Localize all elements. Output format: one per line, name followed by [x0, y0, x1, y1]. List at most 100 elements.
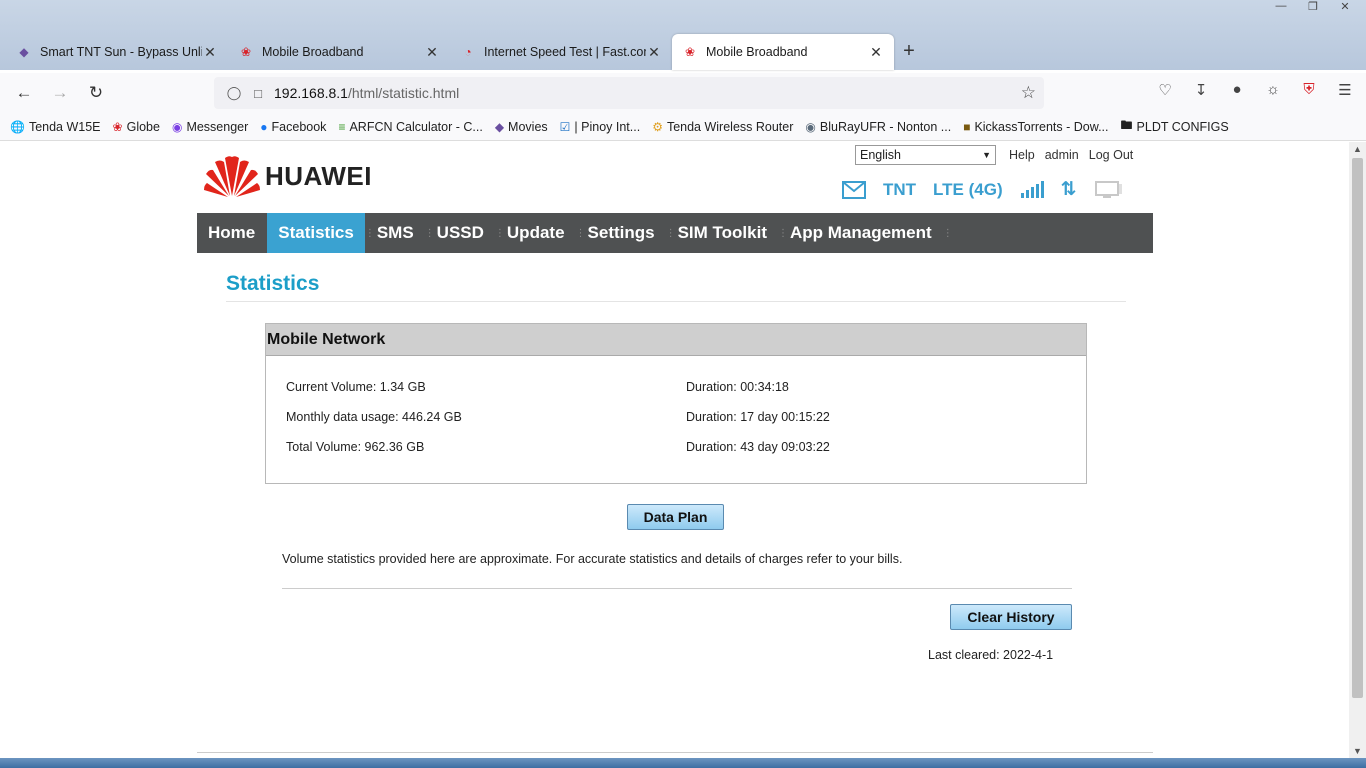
bookmark-item[interactable]: 🌐 Tenda W15E — [10, 120, 101, 134]
url-host: 192.168.8.1 — [274, 85, 348, 101]
bookmark-item[interactable]: ◉ BluRayUFR - Nonton ... — [805, 120, 951, 134]
divider — [282, 588, 1072, 589]
tab-title: Internet Speed Test | Fast.com — [484, 45, 646, 59]
bookmark-label: Globe — [126, 119, 160, 134]
translate-icon[interactable]: ☼ — [1262, 81, 1284, 103]
facebook-icon: ● — [260, 119, 268, 134]
page-title: Statistics — [226, 272, 320, 295]
menu-separator: ⋮ — [942, 227, 953, 239]
huawei-icon: ❀ — [112, 119, 123, 134]
pocket-icon[interactable]: ♡ — [1154, 81, 1176, 103]
restore-icon[interactable]: ❐ — [1298, 0, 1328, 15]
menu-app-management[interactable]: App Management — [779, 213, 943, 253]
gear-icon: ⚙ — [652, 119, 663, 134]
network-type: LTE (4G) — [933, 179, 1003, 199]
huawei-icon: ❀ — [240, 45, 252, 59]
bookmark-label: Tenda Wireless Router — [666, 119, 794, 134]
url-path: /html/statistic.html — [347, 85, 460, 101]
menu-settings[interactable]: Settings — [577, 213, 666, 253]
logout-link[interactable]: Log Out — [1089, 148, 1133, 162]
menu-home[interactable]: Home — [197, 213, 266, 253]
chevron-down-icon: ▼ — [982, 150, 991, 160]
toolbar-icons: ♡ ↧ ● ☼ ⛨ ☰ — [1154, 81, 1356, 103]
bookmark-item[interactable]: ■ KickassTorrents - Dow... — [963, 120, 1108, 134]
url-bar[interactable]: ◯ □ 192.168.8.1/html/statistic.html ☆ — [214, 77, 1044, 109]
scroll-thumb[interactable] — [1352, 158, 1363, 698]
menu-sms[interactable]: SMS — [366, 213, 425, 253]
forward-icon[interactable]: → — [42, 78, 78, 108]
disc-icon: ◉ — [805, 119, 816, 134]
shield-icon: ◆ — [19, 45, 29, 59]
minimize-icon[interactable]: — — [1266, 0, 1296, 15]
language-select[interactable]: English ▼ — [855, 145, 996, 165]
download-icon[interactable]: ↧ — [1190, 81, 1212, 103]
browser-navbar: ← → ↻ ◯ □ 192.168.8.1/html/statistic.htm… — [0, 73, 1366, 113]
volume-note: Volume statistics provided here are appr… — [282, 552, 903, 566]
bookmark-item[interactable]: ⚙ Tenda Wireless Router — [652, 120, 793, 134]
language-value: English — [860, 148, 901, 162]
menu-sim-toolkit[interactable]: SIM Toolkit — [667, 213, 778, 253]
tab-strip: ◆ Smart TNT Sun - Bypass Unlida ✕ ❀ Mobi… — [0, 33, 1366, 70]
wifi-status-icon — [1094, 180, 1124, 200]
total-duration: Duration: 43 day 09:03:22 — [686, 440, 830, 454]
data-plan-button[interactable]: Data Plan — [627, 504, 724, 530]
current-volume: Current Volume: 1.34 GB — [286, 380, 426, 394]
clear-history-button[interactable]: Clear History — [950, 604, 1072, 630]
browser-tab[interactable]: ◔ Internet Speed Test | Fast.com ✕ — [450, 34, 672, 70]
ublock-shield-icon[interactable]: ⛨ — [1298, 81, 1320, 103]
panel-title: Mobile Network — [266, 324, 1086, 356]
bookmark-item[interactable]: ❀ Globe — [113, 120, 160, 134]
mobile-network-panel: Mobile Network Current Volume: 1.34 GB D… — [265, 323, 1087, 484]
help-link[interactable]: Help — [1009, 148, 1035, 162]
browser-titlebar: — ❐ ✕ ◆ Smart TNT Sun - Bypass Unlida ✕ … — [0, 0, 1366, 70]
monthly-duration: Duration: 17 day 00:15:22 — [686, 410, 830, 424]
close-tab-icon[interactable]: ✕ — [646, 44, 662, 61]
menu-icon[interactable]: ☰ — [1334, 81, 1356, 103]
menu-statistics[interactable]: Statistics — [267, 213, 365, 253]
signal-svg — [1020, 180, 1044, 198]
back-icon[interactable]: ← — [6, 78, 42, 108]
tab-title: Mobile Broadband — [262, 45, 364, 59]
divider — [197, 752, 1153, 753]
bookmark-star-icon[interactable]: ☆ — [1021, 83, 1036, 103]
brand-name: HUAWEI — [265, 160, 372, 191]
browser-tab[interactable]: ❀ Mobile Broadband ✕ — [228, 34, 450, 70]
menu-ussd[interactable]: USSD — [426, 213, 495, 253]
bookmark-label: Messenger — [186, 119, 249, 134]
browser-tab-active[interactable]: ❀ Mobile Broadband ✕ — [672, 34, 894, 70]
huawei-logo: HUAWEI — [203, 154, 372, 198]
browser-tab[interactable]: ◆ Smart TNT Sun - Bypass Unlida ✕ — [6, 34, 228, 70]
scroll-up-icon[interactable]: ▲ — [1349, 144, 1366, 154]
shield-outline-icon[interactable]: ◯ — [222, 85, 246, 101]
speedometer-icon: ◔ — [464, 45, 472, 59]
envelope-svg — [842, 180, 866, 199]
close-tab-icon[interactable]: ✕ — [202, 44, 218, 61]
envelope-icon[interactable] — [842, 180, 866, 199]
checkbox-icon: ☑ — [559, 119, 571, 134]
os-taskbar — [0, 758, 1366, 768]
bookmark-label: Tenda W15E — [28, 119, 101, 134]
bookmark-item[interactable]: ≡ ARFCN Calculator - C... — [338, 120, 482, 134]
account-icon[interactable]: ● — [1226, 81, 1248, 103]
user-link[interactable]: admin — [1045, 148, 1079, 162]
bookmark-label: PLDT CONFIGS — [1136, 119, 1229, 134]
menu-update[interactable]: Update — [496, 213, 576, 253]
bookmark-item[interactable]: 🖿 PLDT CONFIGS — [1121, 116, 1229, 137]
globe-icon: 🌐 — [10, 119, 25, 134]
main-menu: Home ⋮ Statistics ⋮ SMS ⋮ USSD ⋮ Update … — [197, 213, 1153, 253]
close-tab-icon[interactable]: ✕ — [424, 44, 440, 61]
scroll-down-icon[interactable]: ▼ — [1349, 746, 1366, 756]
page-info-icon[interactable]: □ — [246, 86, 270, 101]
bookmark-item[interactable]: ● Facebook — [260, 120, 326, 134]
close-window-icon[interactable]: ✕ — [1330, 0, 1360, 15]
data-transfer-icon: ⇅ — [1060, 179, 1077, 200]
wifi-icon: ≡ — [338, 119, 346, 134]
new-tab-icon[interactable]: + — [894, 33, 924, 70]
reload-icon[interactable]: ↻ — [78, 78, 114, 108]
bookmark-label: KickassTorrents - Dow... — [974, 119, 1109, 134]
bookmark-item[interactable]: ☑ | Pinoy Int... — [560, 120, 641, 134]
vertical-scrollbar[interactable]: ▲ ▼ — [1349, 142, 1366, 758]
close-tab-icon[interactable]: ✕ — [868, 44, 884, 61]
bookmark-item[interactable]: ◉ Messenger — [172, 120, 248, 134]
bookmark-item[interactable]: ◆ Movies — [495, 120, 548, 134]
